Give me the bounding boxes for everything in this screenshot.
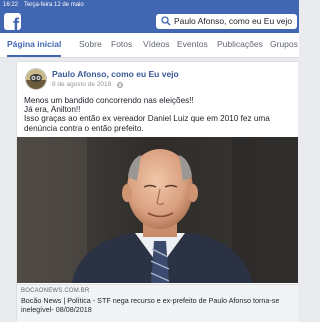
tab-events[interactable]: Eventos xyxy=(177,33,208,55)
link-title[interactable]: Bocão News | Política - STF nega recurso… xyxy=(21,296,295,314)
tab-home[interactable]: Página inicial xyxy=(7,33,62,57)
status-time: 16:22 xyxy=(3,2,19,8)
post-card: Paulo Afonso, como eu Eu vejo 8 de agost… xyxy=(16,61,298,322)
post-text-line: Isso graças ao então ex vereador Daniel … xyxy=(24,114,270,124)
status-date: Terça-feira 12 de maio xyxy=(24,2,84,8)
post-text-line: Menos um bandido concorrendo nas eleiçõe… xyxy=(24,96,194,105)
page-tabs: Página inicial Sobre Fotos Vídeos Evento… xyxy=(0,33,299,58)
top-navbar: f Paulo Afonso, como eu Eu vejo xyxy=(0,10,299,33)
tab-videos[interactable]: Vídeos xyxy=(143,33,169,55)
link-preview[interactable]: BOCAONEWS.COM.BR Bocão News | Política -… xyxy=(17,284,298,322)
post-meta: 8 de agosto de 2018 · xyxy=(52,81,124,88)
tab-groups[interactable]: Grupos xyxy=(270,33,298,55)
tab-posts[interactable]: Publicações xyxy=(217,33,263,55)
avatar[interactable] xyxy=(25,68,47,90)
status-bar: 16:22 Terça-feira 12 de maio xyxy=(0,0,299,10)
post-text-line: Já era, Anilton!! xyxy=(24,105,81,115)
search-input[interactable]: Paulo Afonso, como eu Eu vejo xyxy=(156,14,297,29)
post-text-line: denúncia contra o então prefeito. xyxy=(24,123,144,133)
post-date[interactable]: 8 de agosto de 2018 · xyxy=(52,81,115,88)
facebook-logo-icon[interactable]: f xyxy=(4,13,21,30)
search-value: Paulo Afonso, como eu Eu vejo xyxy=(174,16,293,26)
post-text: Menos um bandido concorrendo nas eleiçõe… xyxy=(24,96,296,133)
post-photo[interactable] xyxy=(17,137,298,283)
globe-icon xyxy=(117,81,124,88)
search-icon xyxy=(161,16,171,26)
tab-about[interactable]: Sobre xyxy=(79,33,102,55)
link-domain: BOCAONEWS.COM.BR xyxy=(21,288,90,294)
tab-photos[interactable]: Fotos xyxy=(111,33,132,55)
post-author[interactable]: Paulo Afonso, como eu Eu vejo xyxy=(52,69,179,79)
